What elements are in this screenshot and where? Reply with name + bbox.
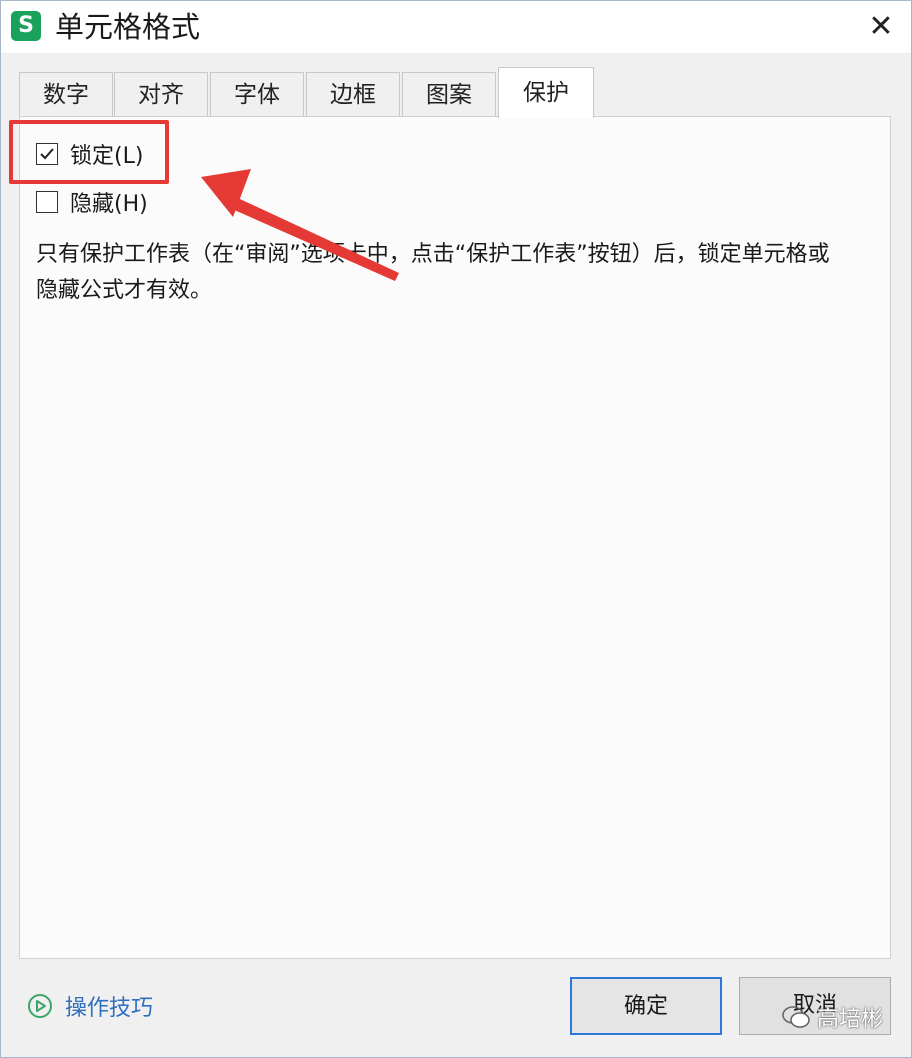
play-circle-icon <box>28 994 52 1018</box>
watermark-text: 高培彬 <box>817 1007 884 1032</box>
format-cells-dialog: S 单元格格式 ✕ 数字 对齐 字体 边框 图案 保护 锁定(L) 隐藏(H) … <box>0 0 912 1058</box>
tab-protection[interactable]: 保护 <box>498 67 594 118</box>
wechat-icon <box>782 1006 810 1028</box>
tips-label: 操作技巧 <box>65 996 154 1021</box>
watermark: 高培彬 <box>781 1001 883 1033</box>
red-arrow-icon <box>201 169 399 281</box>
ok-button[interactable]: 确定 <box>570 977 722 1035</box>
tips-link[interactable]: 操作技巧 <box>27 991 153 1021</box>
